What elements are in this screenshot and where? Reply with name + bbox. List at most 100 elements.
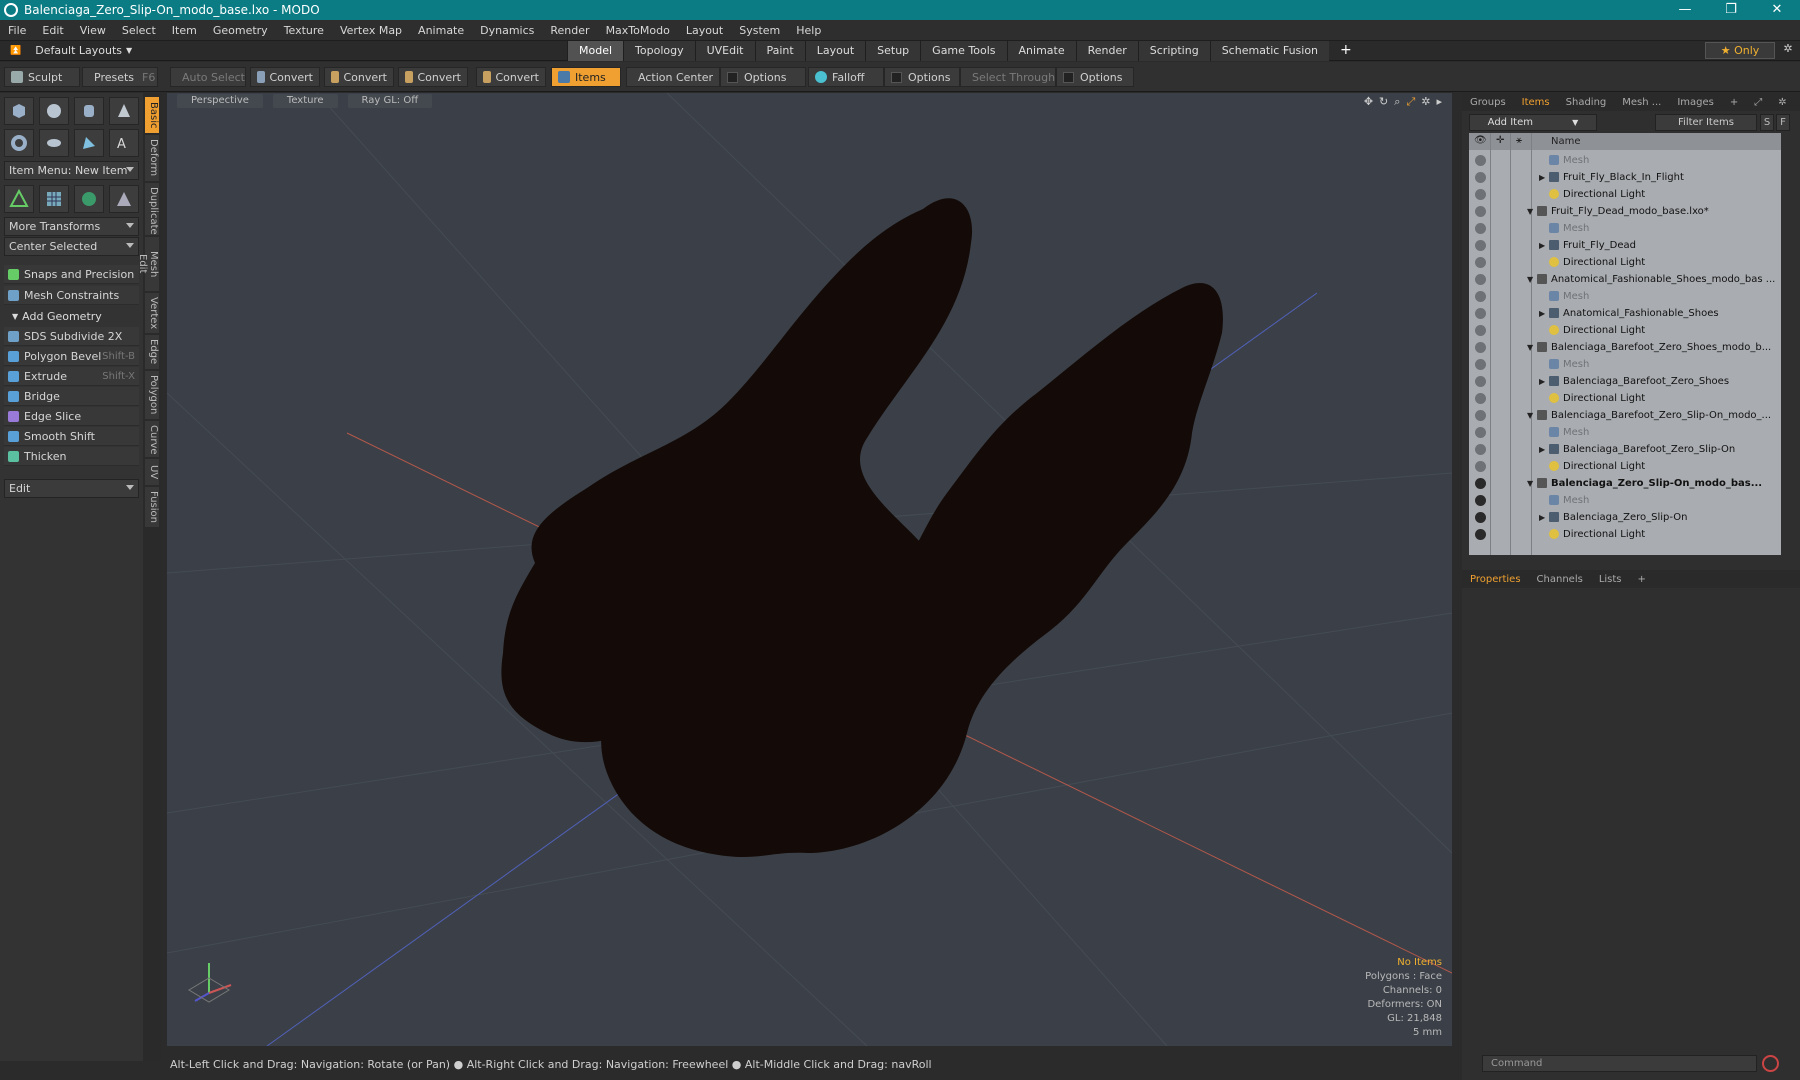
menu-select[interactable]: Select — [114, 24, 164, 37]
menu-maxtomodo[interactable]: MaxToModo — [598, 24, 678, 37]
add-tab-icon[interactable]: + — [1630, 574, 1654, 585]
item-row[interactable]: Directional Light — [1469, 322, 1781, 339]
item-row[interactable]: Directional Light — [1469, 458, 1781, 475]
visibility-eye-icon[interactable] — [1475, 291, 1486, 302]
visibility-eye-icon[interactable] — [1475, 223, 1486, 234]
minimize-button[interactable]: — — [1662, 0, 1708, 20]
item-row[interactable]: ▼ Fruit_Fly_Dead_modo_base.lxo* — [1469, 203, 1781, 220]
thicken-button[interactable]: Thicken — [4, 447, 139, 466]
cube-icon[interactable] — [4, 97, 34, 125]
tab-items[interactable]: Items — [1514, 97, 1558, 108]
edit-dropdown[interactable]: Edit — [4, 479, 139, 498]
expand-arrow-icon[interactable]: ▸ — [1436, 95, 1442, 109]
visibility-eye-icon[interactable] — [1475, 257, 1486, 268]
item-row[interactable]: Mesh — [1469, 424, 1781, 441]
move-icon[interactable]: ✥ — [1364, 95, 1373, 109]
vtab-deform[interactable]: Deform — [145, 135, 159, 181]
convert-vertices-button[interactable]: Convert — [250, 67, 320, 87]
expand-triangle-icon[interactable]: ▶ — [1539, 445, 1545, 454]
shading-mode-button[interactable]: Texture — [272, 94, 338, 108]
record-icon[interactable] — [1762, 1055, 1779, 1072]
edge-slice-button[interactable]: Edge Slice — [4, 407, 139, 426]
item-row[interactable]: Directional Light — [1469, 390, 1781, 407]
default-layouts-dropdown[interactable]: ⏫ Default Layouts ▼ — [0, 44, 142, 57]
item-row[interactable]: ▶ Fruit_Fly_Black_In_Flight — [1469, 169, 1781, 186]
lock-column-icon[interactable]: ✛ — [1496, 135, 1504, 146]
visibility-eye-icon[interactable] — [1475, 189, 1486, 200]
item-row[interactable]: ▼ Balenciaga_Barefoot_Zero_Shoes_modo_b..… — [1469, 339, 1781, 356]
gear-icon[interactable]: ✲ — [1780, 42, 1796, 59]
select-through-button[interactable]: Select Through — [960, 67, 1056, 87]
fit-icon[interactable]: ⤢ — [1406, 95, 1415, 109]
menu-geometry[interactable]: Geometry — [205, 24, 276, 37]
expand-triangle-icon[interactable]: ▶ — [1539, 513, 1545, 522]
visibility-eye-icon[interactable] — [1475, 410, 1486, 421]
item-row[interactable]: Mesh — [1469, 220, 1781, 237]
smooth-shift-button[interactable]: Smooth Shift — [4, 427, 139, 446]
vtab-polygon[interactable]: Polygon — [145, 371, 159, 419]
vtab-duplicate[interactable]: Duplicate — [145, 183, 159, 235]
visibility-eye-icon[interactable] — [1475, 495, 1486, 506]
menu-edit[interactable]: Edit — [34, 24, 71, 37]
grid-icon[interactable] — [39, 185, 69, 213]
tab-uvedit[interactable]: UVEdit — [694, 41, 755, 61]
tab-lists[interactable]: Lists — [1591, 574, 1630, 585]
falloff-button[interactable]: Falloff — [808, 67, 884, 87]
tab-groups[interactable]: Groups — [1462, 97, 1514, 108]
extrude-button[interactable]: Extrude Shift-X — [4, 367, 139, 386]
menu-view[interactable]: View — [72, 24, 114, 37]
visibility-eye-icon[interactable] — [1475, 444, 1486, 455]
collapse-triangle-icon[interactable]: ▼ — [1527, 207, 1533, 216]
tab-schematic-fusion[interactable]: Schematic Fusion — [1209, 41, 1330, 61]
tab-render[interactable]: Render — [1075, 41, 1138, 61]
f-toggle-button[interactable]: F — [1776, 114, 1790, 131]
visibility-eye-icon[interactable] — [1475, 376, 1486, 387]
pyramid-icon[interactable] — [109, 185, 139, 213]
gear-icon[interactable]: ✲ — [1421, 95, 1430, 109]
collapse-triangle-icon[interactable]: ▼ — [1527, 479, 1533, 488]
add-tab-button[interactable]: + — [1329, 41, 1363, 61]
tab-setup[interactable]: Setup — [865, 41, 921, 61]
visibility-eye-icon[interactable] — [1475, 427, 1486, 438]
item-menu-dropdown[interactable]: Item Menu: New Item — [4, 161, 139, 180]
tab-animate[interactable]: Animate — [1006, 41, 1076, 61]
tab-channels[interactable]: Channels — [1529, 574, 1591, 585]
vtab-curve[interactable]: Curve — [145, 421, 159, 457]
visibility-eye-icon[interactable] — [1475, 274, 1486, 285]
menu-layout[interactable]: Layout — [678, 24, 731, 37]
command-input[interactable]: Command — [1482, 1055, 1757, 1072]
item-row[interactable]: ▶ Balenciaga_Zero_Slip-On — [1469, 509, 1781, 526]
sculpt-button[interactable]: Sculpt — [4, 67, 80, 87]
tab-topology[interactable]: Topology — [623, 41, 695, 61]
visibility-eye-icon[interactable] — [1475, 393, 1486, 404]
mesh-constraints-button[interactable]: Mesh Constraints — [4, 286, 139, 305]
tab-mesh[interactable]: Mesh ... — [1614, 97, 1669, 108]
menu-item[interactable]: Item — [164, 24, 205, 37]
menu-dynamics[interactable]: Dynamics — [472, 24, 542, 37]
s-toggle-button[interactable]: S — [1760, 114, 1774, 131]
item-row[interactable]: ▶ Balenciaga_Barefoot_Zero_Shoes — [1469, 373, 1781, 390]
menu-file[interactable]: File — [0, 24, 34, 37]
expand-triangle-icon[interactable]: ▶ — [1539, 173, 1545, 182]
visibility-eye-icon[interactable] — [1475, 461, 1486, 472]
item-row[interactable]: Directional Light — [1469, 186, 1781, 203]
cylinder-icon[interactable] — [74, 97, 104, 125]
item-row[interactable]: Mesh — [1469, 152, 1781, 169]
item-row[interactable]: ▼ Anatomical_Fashionable_Shoes_modo_bas .… — [1469, 271, 1781, 288]
select-options-button[interactable]: Options — [1056, 67, 1134, 87]
eye-column-icon[interactable]: 👁 — [1474, 135, 1487, 146]
item-row[interactable]: Directional Light — [1469, 526, 1781, 543]
view-mode-button[interactable]: Perspective — [177, 94, 263, 108]
filter-items-input[interactable]: Filter Items — [1655, 114, 1757, 131]
vtab-vertex[interactable]: Vertex — [145, 293, 159, 333]
vtab-basic[interactable]: Basic — [145, 97, 159, 133]
name-column-header[interactable]: Name — [1551, 136, 1581, 147]
vtab-uv[interactable]: UV — [145, 459, 159, 485]
visibility-eye-icon[interactable] — [1475, 342, 1486, 353]
torus-icon[interactable] — [4, 129, 34, 157]
visibility-eye-icon[interactable] — [1475, 325, 1486, 336]
expand-triangle-icon[interactable]: ▶ — [1539, 309, 1545, 318]
falloff-options-button[interactable]: Options — [884, 67, 960, 87]
zoom-icon[interactable]: ⌕ — [1394, 95, 1400, 109]
gear-icon[interactable]: ✲ — [1770, 97, 1794, 108]
